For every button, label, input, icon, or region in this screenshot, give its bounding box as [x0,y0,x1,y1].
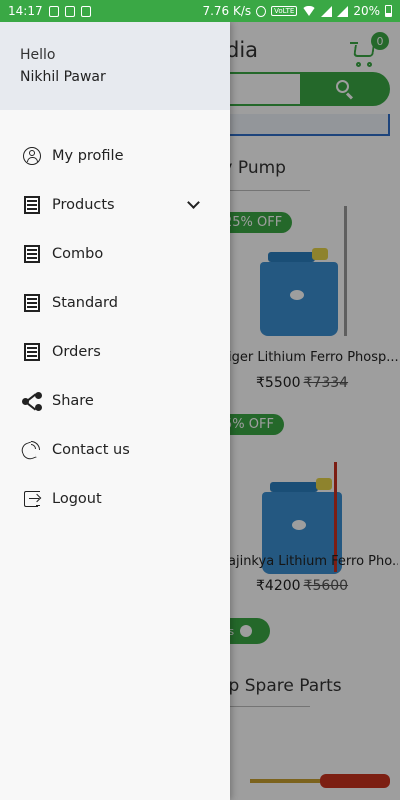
menu-item-share[interactable]: Share [0,376,230,425]
phone-icon [19,440,42,462]
menu-item-label: Orders [52,343,101,360]
network-speed: 7.76 K/s [202,4,252,18]
sim-icon [80,5,91,17]
signal-icon [321,5,333,17]
navigation-drawer: Hello Nikhil Pawar My profile Products C… [0,22,230,800]
menu-item-label: Share [52,392,94,409]
alarm-icon [256,5,267,17]
volte-icon: VoLTE [271,6,298,16]
list-icon [22,342,42,362]
menu-item-combo[interactable]: Combo [0,229,230,278]
menu-item-contact-us[interactable]: Contact us [0,425,230,474]
menu-item-my-profile[interactable]: My profile [0,131,230,180]
menu-item-standard[interactable]: Standard [0,278,230,327]
battery-icon [385,5,392,17]
drawer-menu: My profile Products Combo Standard Order… [0,110,230,523]
share-icon [22,391,42,411]
menu-item-logout[interactable]: Logout [0,474,230,523]
drawer-header: Hello Nikhil Pawar [0,22,230,110]
list-icon [22,293,42,313]
status-time: 14:17 [8,4,43,18]
list-icon [22,195,42,215]
menu-item-orders[interactable]: Orders [0,327,230,376]
menu-item-label: Combo [52,245,104,262]
list-icon [22,244,42,264]
status-bar: 14:17 7.76 K/s VoLTE 20% [0,0,400,22]
menu-item-label: Products [52,196,115,213]
wifi-icon [302,6,317,16]
menu-item-label: Contact us [52,441,130,458]
signal-icon-2 [337,5,349,17]
notification-icon [48,5,59,17]
logout-icon [22,489,42,509]
person-icon [22,146,42,166]
battery-level: 20% [353,4,380,18]
chevron-down-icon[interactable] [187,196,200,209]
greeting-text: Hello [20,47,56,63]
menu-item-label: Standard [52,294,118,311]
gallery-icon [64,5,75,17]
menu-item-label: My profile [52,147,124,164]
user-name: Nikhil Pawar [20,69,106,85]
menu-item-label: Logout [52,490,102,507]
menu-item-products[interactable]: Products [0,180,230,229]
